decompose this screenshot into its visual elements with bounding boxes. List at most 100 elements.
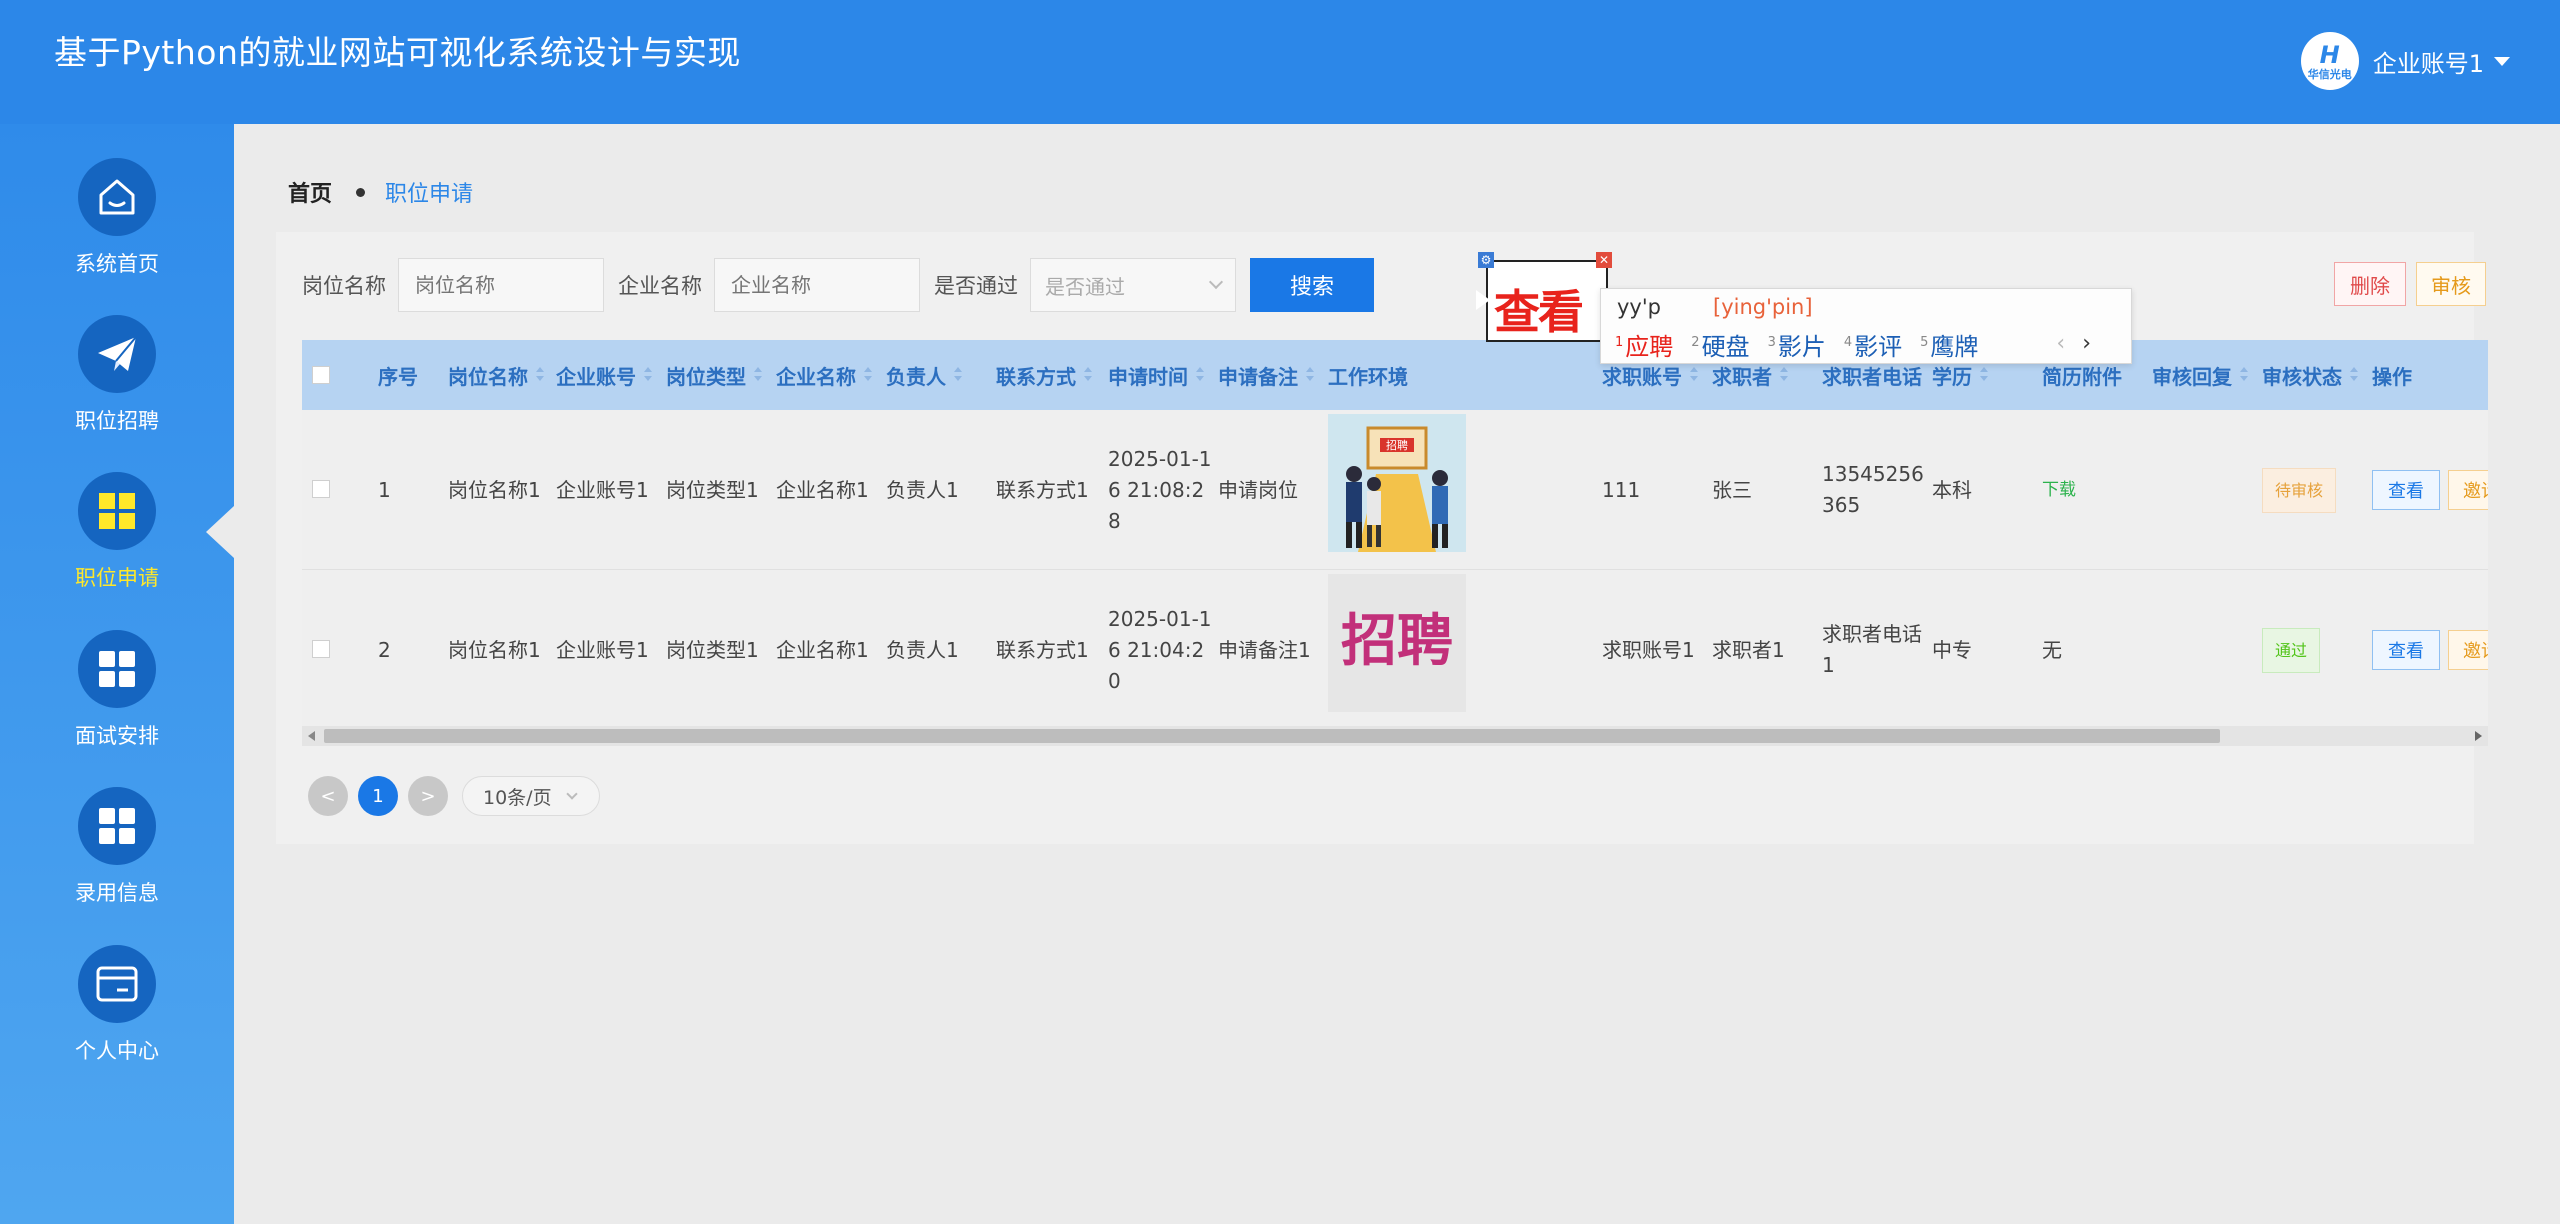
cell-index: 2 <box>378 637 391 662</box>
ime-settings-icon[interactable]: ⚙ <box>1478 252 1494 268</box>
cell-resume: 下载 <box>2042 410 2076 570</box>
sidebar-item-home[interactable]: 系统首页 <box>0 158 234 278</box>
table-header: 序号 岗位名称 企业账号 岗位类型 企业名称 负责人 联系方式 申请时间 申请备… <box>302 340 2488 410</box>
col-apply-note[interactable]: 申请备注 <box>1218 340 1314 410</box>
pass-select[interactable]: 是否通过 <box>1030 258 1236 312</box>
col-operation: 操作 <box>2372 364 2412 389</box>
ime-candidate[interactable]: 5鹰牌 <box>1920 327 1978 362</box>
ime-next-icon[interactable]: › <box>2082 331 2091 356</box>
scrollbar-thumb[interactable] <box>324 729 2220 743</box>
sidebar-item-profile[interactable]: 个人中心 <box>0 945 234 1065</box>
sidebar-item-job-recruit[interactable]: 职位招聘 <box>0 315 234 435</box>
cell-company-name: 企业名称1 <box>776 477 869 502</box>
company-name-label: 企业名称 <box>618 274 702 298</box>
col-job-name[interactable]: 岗位名称 <box>448 340 544 410</box>
pass-select-value: 是否通过 <box>1045 274 1125 299</box>
status-badge: 通过 <box>2262 627 2321 673</box>
ime-candidate[interactable]: 2硬盘 <box>1691 327 1749 362</box>
cell-seeker-phone: 13545256365 <box>1822 462 1924 517</box>
col-audit-status[interactable]: 审核状态 <box>2262 340 2358 410</box>
ime-candidate[interactable]: 4影评 <box>1844 327 1902 362</box>
sidebar-item-label: 个人中心 <box>75 1039 159 1063</box>
cell-job-name: 岗位名称1 <box>448 637 541 662</box>
account-menu[interactable]: H 华信光电 企业账号1 <box>2300 32 2510 90</box>
audit-button[interactable]: 审核 <box>2416 262 2486 306</box>
horizontal-scrollbar[interactable] <box>302 726 2488 746</box>
job-name-input[interactable] <box>398 258 604 312</box>
col-audit-reply[interactable]: 审核回复 <box>2152 340 2248 410</box>
col-apply-time[interactable]: 申请时间 <box>1108 340 1204 410</box>
mouse-cursor-icon <box>1476 290 1490 310</box>
download-link[interactable]: 下载 <box>2042 475 2076 506</box>
job-name-label: 岗位名称 <box>302 274 386 298</box>
cell-operation: 查看 邀请 <box>2372 410 2488 570</box>
ime-prev-icon[interactable]: ‹ <box>2056 331 2065 356</box>
card-icon <box>96 966 138 1002</box>
delete-button[interactable]: 删除 <box>2334 262 2406 306</box>
invite-button[interactable]: 邀请 <box>2448 470 2488 510</box>
breadcrumb-home[interactable]: 首页 <box>288 176 332 208</box>
col-company-name[interactable]: 企业名称 <box>776 340 872 410</box>
select-all-checkbox[interactable] <box>312 366 330 384</box>
row-checkbox[interactable] <box>312 480 330 498</box>
cell-apply-note: 申请岗位 <box>1218 477 1298 502</box>
sidebar-item-label: 职位招聘 <box>75 409 159 433</box>
next-page-button[interactable]: > <box>408 776 448 816</box>
cell-manager: 负责人1 <box>886 477 959 502</box>
col-manager[interactable]: 负责人 <box>886 340 962 410</box>
col-work-env: 工作环境 <box>1328 364 1408 389</box>
sidebar-item-hire-info[interactable]: 录用信息 <box>0 787 234 907</box>
app-title: 基于Python的就业网站可视化系统设计与实现 <box>54 33 741 72</box>
nav-icon-circle[interactable] <box>78 315 156 393</box>
search-button[interactable]: 搜索 <box>1250 258 1374 312</box>
company-name-input[interactable] <box>714 258 920 312</box>
cell-job-name: 岗位名称1 <box>448 477 541 502</box>
ime-candidate[interactable]: 1应聘 <box>1615 327 1673 362</box>
work-env-image[interactable]: 招聘 <box>1328 414 1466 552</box>
cell-contact: 联系方式1 <box>996 477 1089 502</box>
cell-operation: 查看 邀请 <box>2372 570 2488 730</box>
cell-audit-status: 通过 <box>2262 570 2321 730</box>
cell-apply-time: 2025-01-16 21:04:20 <box>1108 606 1212 693</box>
prev-page-button[interactable]: < <box>308 776 348 816</box>
cell-contact: 联系方式1 <box>996 637 1089 662</box>
caret-down-icon[interactable] <box>2494 56 2510 66</box>
account-name[interactable]: 企业账号1 <box>2373 44 2484 79</box>
sidebar-item-interview[interactable]: 面试安排 <box>0 630 234 750</box>
chevron-down-icon <box>565 787 578 800</box>
pagination: < 1 > 10条/页 <box>308 776 600 816</box>
nav-icon-circle[interactable] <box>78 945 156 1023</box>
col-contact[interactable]: 联系方式 <box>996 340 1092 410</box>
work-env-image[interactable]: 招聘 <box>1328 574 1466 712</box>
nav-icon-circle[interactable] <box>78 630 156 708</box>
cell-education: 本科 <box>1932 477 1972 502</box>
cell-job-type: 岗位类型1 <box>666 477 759 502</box>
avatar[interactable]: H 华信光电 <box>2300 32 2359 90</box>
ime-pinyin: [ying'pin] <box>1713 295 1813 319</box>
cell-company-account: 企业账号1 <box>556 637 649 662</box>
cell-seeker: 张三 <box>1712 477 1752 502</box>
avatar-glyph: H <box>2319 40 2340 69</box>
ime-candidate[interactable]: 3影片 <box>1768 327 1826 362</box>
cell-audit-status: 待审核 <box>2262 410 2337 570</box>
close-icon[interactable]: ✕ <box>1596 252 1612 268</box>
col-job-type[interactable]: 岗位类型 <box>666 340 762 410</box>
col-company-account[interactable]: 企业账号 <box>556 340 652 410</box>
nav-icon-circle[interactable] <box>78 787 156 865</box>
ime-candidate-panel: yy'p [ying'pin] 1应聘 2硬盘 3影片 4影评 5鹰牌 ‹ › <box>1600 288 2132 364</box>
page-1-button[interactable]: 1 <box>358 776 398 816</box>
scroll-right-icon[interactable] <box>2475 731 2482 741</box>
cell-seeker-account: 111 <box>1602 477 1641 502</box>
row-checkbox[interactable] <box>312 640 330 658</box>
view-button[interactable]: 查看 <box>2372 470 2440 510</box>
view-button[interactable]: 查看 <box>2372 630 2440 670</box>
page-size-select[interactable]: 10条/页 <box>462 776 600 816</box>
sidebar-item-label: 系统首页 <box>75 252 159 276</box>
invite-button[interactable]: 邀请 <box>2448 630 2488 670</box>
nav-icon-circle[interactable] <box>78 472 156 550</box>
pass-label: 是否通过 <box>934 274 1018 298</box>
scroll-left-icon[interactable] <box>308 731 315 741</box>
nav-icon-circle[interactable] <box>78 158 156 236</box>
sidebar-item-job-apply[interactable]: 职位申请 <box>0 472 234 592</box>
col-index: 序号 <box>378 364 418 389</box>
